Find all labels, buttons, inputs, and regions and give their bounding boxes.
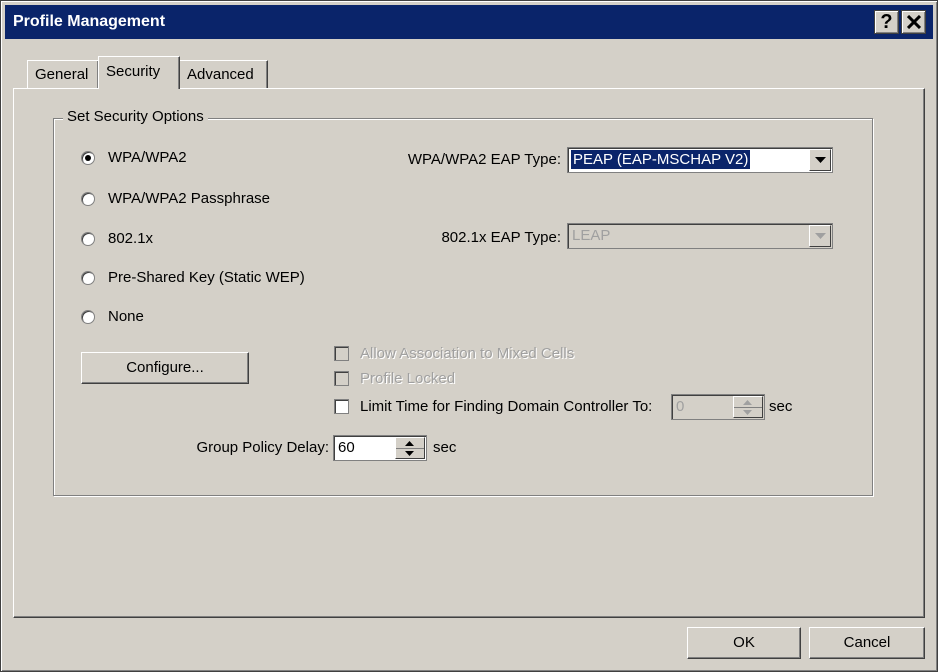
chevron-down-icon [815, 157, 826, 163]
radio-circle [81, 271, 95, 285]
close-icon [907, 15, 921, 29]
help-button[interactable]: ? [874, 10, 899, 34]
radio-label: WPA/WPA2 Passphrase [108, 190, 270, 207]
tab-advanced-label: Advanced [187, 66, 254, 83]
chevron-down-icon [815, 233, 826, 239]
checkbox-label: Limit Time for Finding Domain Controller… [360, 398, 653, 415]
title-bar[interactable]: Profile Management ? [5, 5, 933, 39]
group-policy-delay-unit: sec [433, 439, 457, 456]
ok-button-label: OK [733, 634, 755, 651]
wpa-eap-type-select[interactable]: PEAP (EAP-MSCHAP V2) [567, 147, 833, 173]
cancel-button[interactable]: Cancel [809, 627, 925, 659]
limit-time-input: 0 [671, 394, 765, 420]
checkbox-label: Allow Association to Mixed Cells [360, 345, 575, 362]
checkbox-label: Profile Locked [360, 370, 456, 387]
checkbox-box [334, 371, 349, 386]
checkbox-box[interactable] [334, 399, 349, 414]
limit-time-unit: sec [769, 398, 793, 415]
radio-circle [81, 310, 95, 324]
spinner-divider [734, 407, 762, 408]
radio-label: Pre-Shared Key (Static WEP) [108, 269, 305, 286]
tab-general-label: General [35, 66, 89, 83]
arrow-down-icon[interactable] [405, 451, 414, 456]
arrow-down-icon [743, 410, 752, 415]
group-policy-delay-input[interactable]: 60 [333, 435, 427, 461]
radio-circle [81, 232, 95, 246]
dropdown-button[interactable] [809, 149, 831, 171]
cancel-button-label: Cancel [843, 634, 891, 651]
dot1x-eap-type-select: LEAP [567, 223, 833, 249]
close-button[interactable] [901, 10, 926, 34]
group-policy-delay-value: 60 [338, 439, 355, 456]
tab-general[interactable]: General [27, 60, 99, 89]
tab-security-label: Security [106, 63, 161, 80]
radio-label: 802.1x [108, 230, 154, 247]
dropdown-button [809, 225, 831, 247]
configure-button[interactable]: Configure... [81, 352, 249, 384]
arrow-up-icon[interactable] [405, 441, 414, 446]
configure-button-label: Configure... [126, 359, 204, 376]
tab-security[interactable]: Security [98, 56, 180, 89]
radio-selected-dot [85, 155, 91, 161]
wpa-eap-type-label: WPA/WPA2 EAP Type: [407, 151, 561, 168]
ok-button[interactable]: OK [687, 627, 801, 659]
checkbox-box [334, 346, 349, 361]
dot1x-eap-type-value: LEAP [572, 227, 611, 244]
tab-advanced[interactable]: Advanced [179, 60, 268, 89]
arrow-up-icon [743, 400, 752, 405]
wpa-eap-type-value: PEAP (EAP-MSCHAP V2) [571, 150, 751, 169]
group-policy-delay-label: Group Policy Delay: [196, 439, 329, 456]
help-icon: ? [880, 11, 893, 33]
limit-time-spinner [733, 396, 763, 418]
limit-time-value: 0 [676, 398, 685, 415]
radio-circle [81, 192, 95, 206]
radio-label: WPA/WPA2 [108, 149, 187, 166]
group-title: Set Security Options [63, 108, 208, 125]
radio-label: None [108, 308, 144, 325]
dialog-title: Profile Management [13, 13, 166, 30]
dot1x-eap-type-label: 802.1x EAP Type: [441, 229, 561, 246]
profile-management-dialog: Profile Management ? General Advanced Se… [0, 0, 938, 672]
spinner-divider [396, 448, 424, 449]
group-policy-delay-spinner[interactable] [395, 437, 425, 459]
